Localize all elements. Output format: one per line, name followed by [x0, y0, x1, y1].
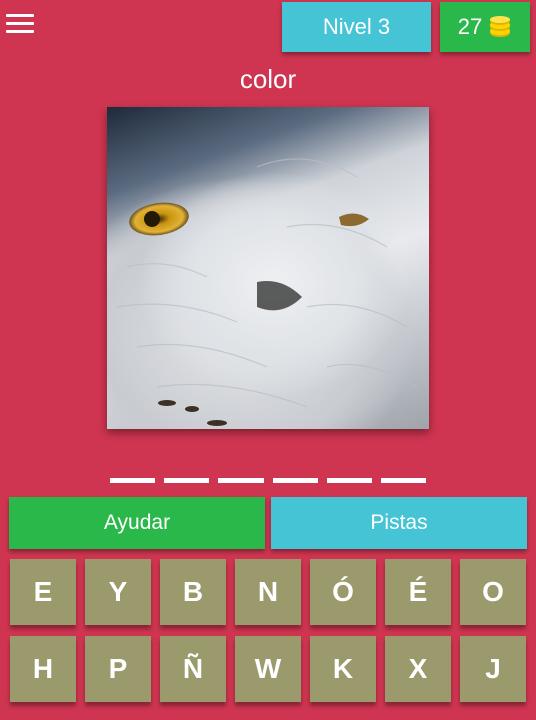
- letter-key[interactable]: N: [235, 559, 301, 625]
- answer-slots: [110, 478, 427, 484]
- letter-key[interactable]: Ó: [310, 559, 376, 625]
- help-button-label: Ayudar: [103, 511, 171, 534]
- answer-slot[interactable]: [326, 478, 372, 483]
- puzzle-image: [107, 107, 429, 429]
- letter-key[interactable]: B: [160, 559, 226, 625]
- answer-slot[interactable]: [110, 478, 156, 483]
- coins-badge[interactable]: 27: [440, 2, 530, 52]
- letter-key[interactable]: K: [310, 636, 376, 702]
- letter-key[interactable]: É: [385, 559, 451, 625]
- letter-key[interactable]: O: [460, 559, 526, 625]
- letter-key[interactable]: H: [10, 636, 76, 702]
- letter-key[interactable]: Ñ: [160, 636, 226, 702]
- letter-key[interactable]: J: [460, 636, 526, 702]
- level-badge: Nivel 3: [282, 2, 431, 52]
- letter-key[interactable]: X: [385, 636, 451, 702]
- help-button[interactable]: Ayudar: [9, 497, 265, 549]
- category-label: color: [239, 64, 297, 94]
- answer-slot[interactable]: [272, 478, 318, 483]
- letter-keyboard: E Y B N Ó É O H P Ñ W K X J: [10, 559, 526, 713]
- keyboard-row: H P Ñ W K X J: [10, 636, 526, 702]
- hamburger-menu-icon[interactable]: [6, 14, 34, 38]
- hints-button[interactable]: Pistas: [271, 497, 527, 549]
- level-label: Nivel 3: [322, 14, 391, 39]
- letter-key[interactable]: E: [10, 559, 76, 625]
- answer-slot[interactable]: [218, 478, 264, 483]
- coin-count: 27: [457, 14, 483, 39]
- hints-button-label: Pistas: [370, 511, 428, 534]
- letter-key[interactable]: Y: [85, 559, 151, 625]
- letter-key[interactable]: P: [85, 636, 151, 702]
- letter-key[interactable]: W: [235, 636, 301, 702]
- keyboard-row: E Y B N Ó É O: [10, 559, 526, 625]
- answer-slot[interactable]: [164, 478, 210, 483]
- coin-stack-icon: [488, 16, 512, 38]
- answer-slot[interactable]: [380, 478, 427, 483]
